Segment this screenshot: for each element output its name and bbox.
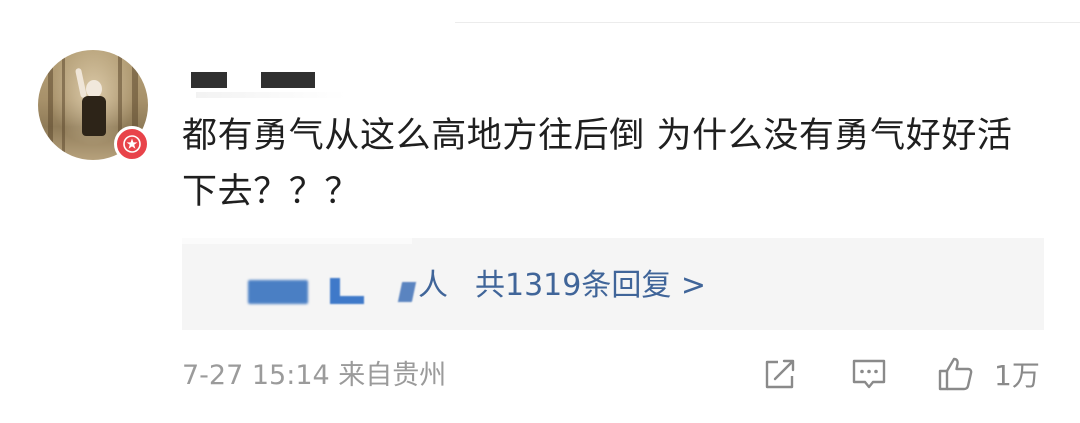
username-blur-fade bbox=[196, 92, 346, 98]
timestamp-location: 7-27 15:14 来自贵州 bbox=[182, 360, 447, 391]
username-redacted-block[interactable] bbox=[191, 72, 227, 88]
reply-box-edge bbox=[182, 238, 412, 244]
view-all-replies-link[interactable]: 共1319条回复 > bbox=[475, 268, 706, 304]
reply-preview-box[interactable]: 人 共1319条回复 > bbox=[182, 238, 1044, 330]
verified-badge-icon bbox=[114, 126, 150, 162]
blurred-username bbox=[328, 278, 364, 304]
comment-text: 都有勇气从这么高地方往后倒 为什么没有勇气好好活下去？？？ bbox=[182, 116, 1013, 212]
like-count: 1万 bbox=[994, 359, 1040, 392]
comment-icon[interactable] bbox=[849, 354, 889, 394]
username-redacted-block[interactable] bbox=[261, 72, 315, 88]
reply-participants-label: 人 bbox=[418, 268, 448, 303]
like-icon[interactable] bbox=[936, 354, 976, 394]
share-icon[interactable] bbox=[760, 354, 800, 394]
top-divider bbox=[455, 22, 1080, 23]
blurred-username bbox=[397, 282, 417, 302]
blurred-username bbox=[248, 280, 308, 304]
